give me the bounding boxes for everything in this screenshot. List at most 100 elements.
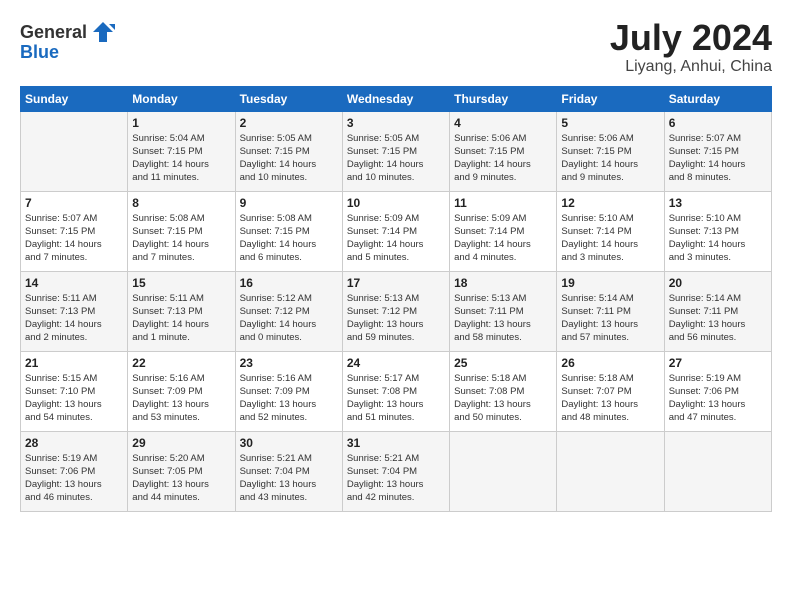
day-info-line: Daylight: 13 hours: [240, 399, 317, 410]
day-info-line: Daylight: 14 hours: [669, 239, 746, 250]
day-info-line: and 2 minutes.: [25, 332, 87, 343]
day-info-line: Sunrise: 5:14 AM: [669, 293, 741, 304]
week-row-3: 21Sunrise: 5:15 AMSunset: 7:10 PMDayligh…: [21, 351, 772, 431]
month-title: July 2024: [610, 18, 772, 58]
day-info-line: Sunset: 7:06 PM: [25, 466, 95, 477]
day-info-line: Sunset: 7:14 PM: [454, 226, 524, 237]
day-info-line: and 51 minutes.: [347, 412, 415, 423]
day-info-line: Daylight: 14 hours: [132, 319, 209, 330]
day-info-line: Sunrise: 5:20 AM: [132, 453, 204, 464]
day-info-line: Sunrise: 5:21 AM: [347, 453, 419, 464]
day-info-line: Sunset: 7:11 PM: [561, 306, 631, 317]
calendar-cell: 15Sunrise: 5:11 AMSunset: 7:13 PMDayligh…: [128, 271, 235, 351]
day-info: Sunrise: 5:19 AMSunset: 7:06 PMDaylight:…: [669, 372, 767, 425]
day-info: Sunrise: 5:06 AMSunset: 7:15 PMDaylight:…: [454, 132, 552, 185]
day-info-line: Sunset: 7:10 PM: [25, 386, 95, 397]
day-info-line: Sunrise: 5:08 AM: [240, 213, 312, 224]
calendar-header-row: SundayMondayTuesdayWednesdayThursdayFrid…: [21, 86, 772, 111]
day-info-line: Sunset: 7:05 PM: [132, 466, 202, 477]
day-info-line: Daylight: 14 hours: [347, 159, 424, 170]
day-info-line: Sunrise: 5:12 AM: [240, 293, 312, 304]
calendar-cell: 25Sunrise: 5:18 AMSunset: 7:08 PMDayligh…: [450, 351, 557, 431]
day-info-line: Sunset: 7:14 PM: [347, 226, 417, 237]
header-thursday: Thursday: [450, 86, 557, 111]
day-info-line: Sunrise: 5:18 AM: [454, 373, 526, 384]
calendar-cell: 21Sunrise: 5:15 AMSunset: 7:10 PMDayligh…: [21, 351, 128, 431]
day-number: 31: [347, 436, 445, 450]
day-info: Sunrise: 5:15 AMSunset: 7:10 PMDaylight:…: [25, 372, 123, 425]
calendar-cell: [557, 431, 664, 511]
day-number: 22: [132, 356, 230, 370]
day-number: 18: [454, 276, 552, 290]
day-number: 2: [240, 116, 338, 130]
day-number: 29: [132, 436, 230, 450]
day-info-line: Daylight: 13 hours: [347, 319, 424, 330]
calendar-cell: [21, 111, 128, 191]
day-number: 20: [669, 276, 767, 290]
header-monday: Monday: [128, 86, 235, 111]
day-info-line: Sunset: 7:04 PM: [347, 466, 417, 477]
day-info-line: and 5 minutes.: [347, 252, 409, 263]
calendar-cell: 3Sunrise: 5:05 AMSunset: 7:15 PMDaylight…: [342, 111, 449, 191]
day-info-line: Sunrise: 5:04 AM: [132, 133, 204, 144]
day-info-line: Sunset: 7:15 PM: [561, 146, 631, 157]
day-number: 4: [454, 116, 552, 130]
calendar-cell: 1Sunrise: 5:04 AMSunset: 7:15 PMDaylight…: [128, 111, 235, 191]
calendar-cell: 27 Sunrise: 5:19 AMSunset: 7:06 PMDayligh…: [664, 351, 771, 431]
calendar-cell: 26Sunrise: 5:18 AMSunset: 7:07 PMDayligh…: [557, 351, 664, 431]
day-info: Sunrise: 5:05 AMSunset: 7:15 PMDaylight:…: [240, 132, 338, 185]
calendar-cell: 6Sunrise: 5:07 AMSunset: 7:15 PMDaylight…: [664, 111, 771, 191]
day-info-line: and 1 minute.: [132, 332, 190, 343]
day-info: Sunrise: 5:21 AMSunset: 7:04 PMDaylight:…: [240, 452, 338, 505]
day-info-line: Daylight: 13 hours: [347, 479, 424, 490]
day-number: 1: [132, 116, 230, 130]
day-number: 16: [240, 276, 338, 290]
day-info: Sunrise: 5:21 AM Sunset: 7:04 PM Daylight:…: [347, 452, 445, 505]
day-info-line: and 6 minutes.: [240, 252, 302, 263]
day-info-line: Sunset: 7:12 PM: [347, 306, 417, 317]
day-number: 28: [25, 436, 123, 450]
day-info-line: Sunset: 7:11 PM: [454, 306, 524, 317]
calendar-cell: 19Sunrise: 5:14 AMSunset: 7:11 PMDayligh…: [557, 271, 664, 351]
calendar-cell: [450, 431, 557, 511]
day-info-line: and 48 minutes.: [561, 412, 629, 423]
day-number: 24: [347, 356, 445, 370]
day-info-line: Sunset: 7:15 PM: [240, 226, 310, 237]
day-info-line: Daylight: 13 hours: [347, 399, 424, 410]
day-info-line: and 46 minutes.: [25, 492, 93, 503]
day-info-line: Sunset: 7:08 PM: [347, 386, 417, 397]
day-info-line: Sunset: 7:15 PM: [347, 146, 417, 157]
logo-general-text: General: [20, 22, 87, 43]
calendar-cell: 16Sunrise: 5:12 AMSunset: 7:12 PMDayligh…: [235, 271, 342, 351]
logo: General Blue: [20, 18, 117, 63]
day-number: 17: [347, 276, 445, 290]
calendar-cell: 20Sunrise: 5:14 AMSunset: 7:11 PMDayligh…: [664, 271, 771, 351]
calendar-cell: 12Sunrise: 5:10 AMSunset: 7:14 PMDayligh…: [557, 191, 664, 271]
day-info: Sunrise: 5:14 AMSunset: 7:11 PMDaylight:…: [561, 292, 659, 345]
logo-icon: [89, 18, 117, 46]
calendar-cell: 22Sunrise: 5:16 AMSunset: 7:09 PMDayligh…: [128, 351, 235, 431]
day-info: Sunrise: 5:09 AMSunset: 7:14 PMDaylight:…: [454, 212, 552, 265]
day-info-line: Daylight: 14 hours: [347, 239, 424, 250]
title-block: July 2024 Liyang, Anhui, China: [610, 18, 772, 76]
day-info-line: Daylight: 14 hours: [25, 239, 102, 250]
day-info-line: and 54 minutes.: [25, 412, 93, 423]
header-sunday: Sunday: [21, 86, 128, 111]
day-info-line: Sunrise: 5:05 AM: [347, 133, 419, 144]
day-info-line: and 11 minutes.: [132, 172, 199, 183]
day-info: Sunrise: 5:16 AMSunset: 7:09 PMDaylight:…: [240, 372, 338, 425]
day-info-line: Sunrise: 5:11 AM: [132, 293, 204, 304]
day-info-line: Sunrise: 5:06 AM: [454, 133, 526, 144]
day-info-line: and 7 minutes.: [25, 252, 87, 263]
day-info-line: Sunrise: 5:09 AM: [454, 213, 526, 224]
day-info-line: and 57 minutes.: [561, 332, 629, 343]
day-info-line: Daylight: 13 hours: [669, 399, 746, 410]
day-info-line: Daylight: 14 hours: [454, 159, 531, 170]
calendar-cell: 31 Sunrise: 5:21 AM Sunset: 7:04 PM Dayligh…: [342, 431, 449, 511]
calendar-cell: 29Sunrise: 5:20 AMSunset: 7:05 PMDayligh…: [128, 431, 235, 511]
day-info-line: and 52 minutes.: [240, 412, 308, 423]
day-info-line: Daylight: 13 hours: [454, 319, 531, 330]
calendar-cell: [664, 431, 771, 511]
day-info-line: Sunset: 7:15 PM: [669, 146, 739, 157]
day-number: 27: [669, 356, 767, 370]
